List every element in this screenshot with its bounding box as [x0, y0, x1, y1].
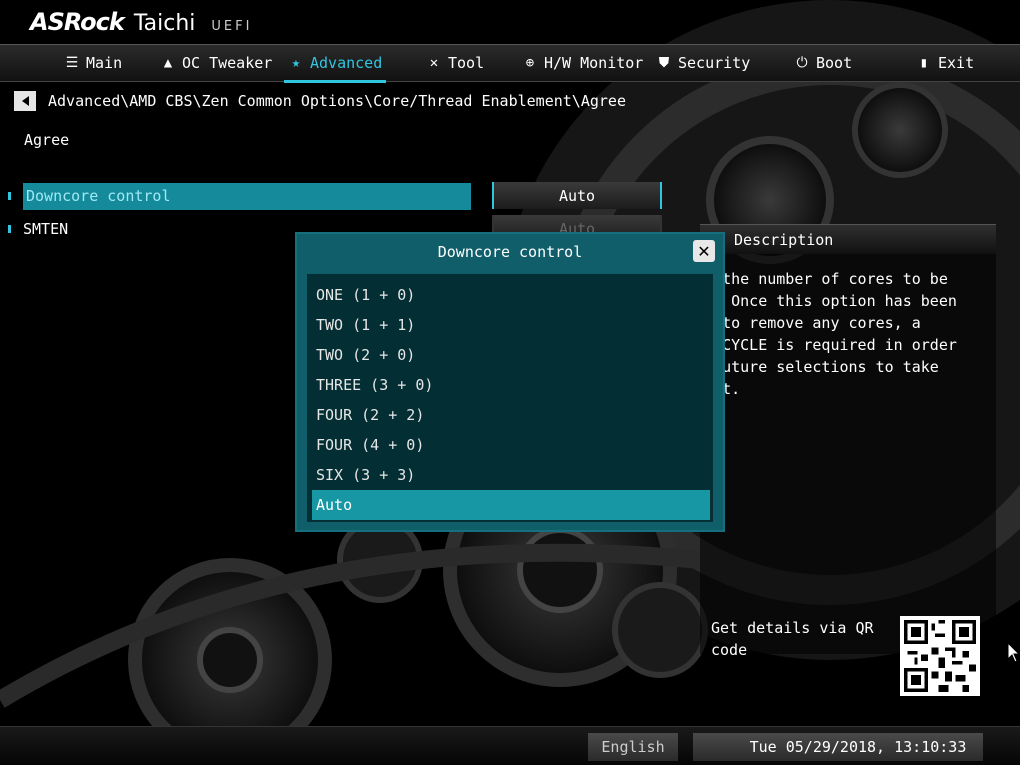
datetime-display: Tue 05/29/2018, 13:10:33	[693, 733, 983, 761]
qr-caption: Get details via QR code	[711, 619, 874, 659]
menu-label: Boot	[816, 54, 853, 72]
back-button[interactable]	[14, 91, 36, 111]
description-line: ed to remove any cores, a	[695, 314, 921, 332]
option-six-3-3[interactable]: SIX (3 + 3)	[312, 460, 710, 490]
menu-oc-tweaker[interactable]: ▲ OC Tweaker	[160, 45, 273, 81]
setting-smten[interactable]: SMTEN	[8, 216, 68, 242]
option-three-3-0[interactable]: THREE (3 + 0)	[312, 370, 710, 400]
section-title: Agree	[24, 131, 70, 149]
option-two-2-0[interactable]: TWO (2 + 0)	[312, 340, 710, 370]
top-menu-bar: ☰ Main ▲ OC Tweaker ★ Advanced ✕ Tool ⊕ …	[0, 44, 1020, 83]
power-icon: ⏻	[796, 55, 808, 71]
option-auto[interactable]: Auto	[312, 490, 710, 520]
list-icon: ☰	[65, 55, 79, 71]
menu-tool[interactable]: ✕ Tool	[426, 45, 484, 81]
tools-icon: ✕	[429, 55, 439, 71]
menu-security[interactable]: ⛊ Security	[656, 45, 751, 81]
item-marker-icon	[8, 225, 11, 233]
description-line: fect.	[695, 378, 985, 400]
star-icon: ★	[291, 55, 301, 71]
setting-downcore-control[interactable]: Downcore control	[8, 182, 471, 210]
brand-logo: ASRock Taichi UEFI	[30, 8, 252, 42]
description-text: ts the number of cores to be ed. Once th…	[695, 268, 985, 400]
option-two-1-1[interactable]: TWO (1 + 1)	[312, 310, 710, 340]
description-line: ER CYCLE is required in order	[695, 336, 957, 354]
brand-model: Taichi	[133, 11, 196, 36]
menu-main[interactable]: ☰ Main	[64, 45, 122, 81]
rocket-icon: ▲	[163, 55, 173, 71]
crosshair-icon: ⊕	[525, 55, 535, 71]
description-header: Description	[700, 224, 996, 254]
option-four-2-2[interactable]: FOUR (2 + 2)	[312, 400, 710, 430]
close-icon[interactable]: ✕	[693, 240, 715, 262]
menu-label: H/W Monitor	[544, 54, 644, 72]
qr-code-icon	[900, 616, 980, 696]
brand-name: ASRock	[30, 8, 125, 36]
setting-label: SMTEN	[23, 220, 69, 238]
description-line: ts the number of cores to be	[695, 270, 948, 288]
breadcrumb: Advanced\AMD CBS\Zen Common Options\Core…	[14, 90, 626, 112]
menu-label: OC Tweaker	[182, 54, 273, 72]
menu-label: Main	[86, 54, 123, 72]
menu-label: Exit	[938, 54, 975, 72]
menu-exit[interactable]: ▮ Exit	[916, 45, 974, 81]
menu-label: Security	[678, 54, 751, 72]
exit-door-icon: ▮	[919, 55, 929, 71]
item-marker-icon	[8, 192, 11, 200]
description-line: r future selections to take	[695, 358, 939, 376]
menu-hw-monitor[interactable]: ⊕ H/W Monitor	[522, 45, 644, 81]
arrow-left-icon	[21, 96, 29, 106]
setting-value-downcore[interactable]: Auto	[492, 182, 662, 209]
menu-label: Tool	[448, 54, 485, 72]
setting-label: Downcore control	[23, 182, 471, 210]
downcore-control-popup: Downcore control ✕ ONE (1 + 0) TWO (1 + …	[295, 232, 725, 532]
menu-advanced[interactable]: ★ Advanced	[283, 45, 387, 83]
description-line: ed. Once this option has been	[695, 292, 957, 310]
language-button[interactable]: English	[588, 733, 678, 761]
option-one-1-0[interactable]: ONE (1 + 0)	[312, 280, 710, 310]
brand-suffix: UEFI	[211, 19, 253, 34]
popup-option-list: ONE (1 + 0) TWO (1 + 1) TWO (2 + 0) THRE…	[307, 274, 713, 522]
menu-boot[interactable]: ⏻ Boot	[794, 45, 852, 81]
menu-label: Advanced	[310, 54, 383, 72]
breadcrumb-path: Advanced\AMD CBS\Zen Common Options\Core…	[48, 92, 626, 110]
mouse-cursor-icon	[1008, 643, 1020, 663]
option-four-4-0[interactable]: FOUR (4 + 0)	[312, 430, 710, 460]
popup-title: Downcore control	[437, 243, 583, 261]
shield-icon: ⛊	[658, 55, 670, 71]
